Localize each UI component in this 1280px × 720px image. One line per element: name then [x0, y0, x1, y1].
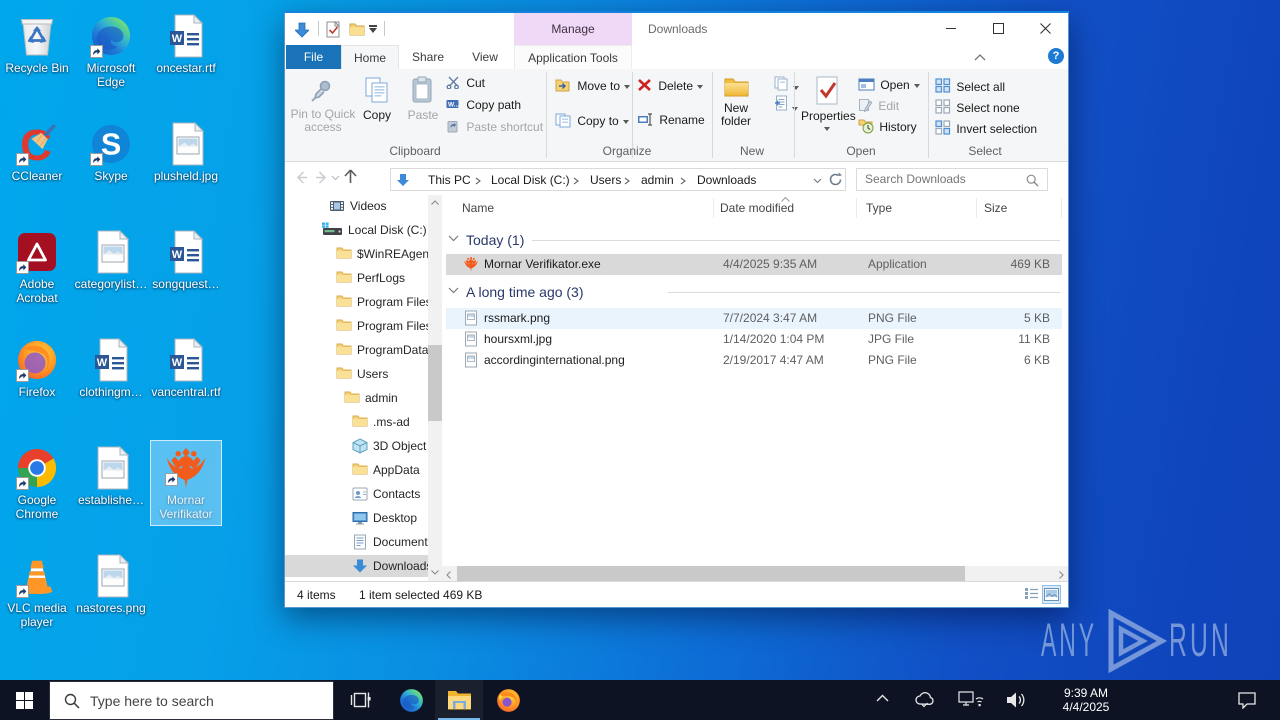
svg-text:ANY: ANY: [1041, 613, 1097, 666]
svg-text:S: S: [101, 128, 121, 162]
svg-text:RUN: RUN: [1169, 613, 1232, 666]
svg-text:W...: W...: [448, 102, 459, 109]
